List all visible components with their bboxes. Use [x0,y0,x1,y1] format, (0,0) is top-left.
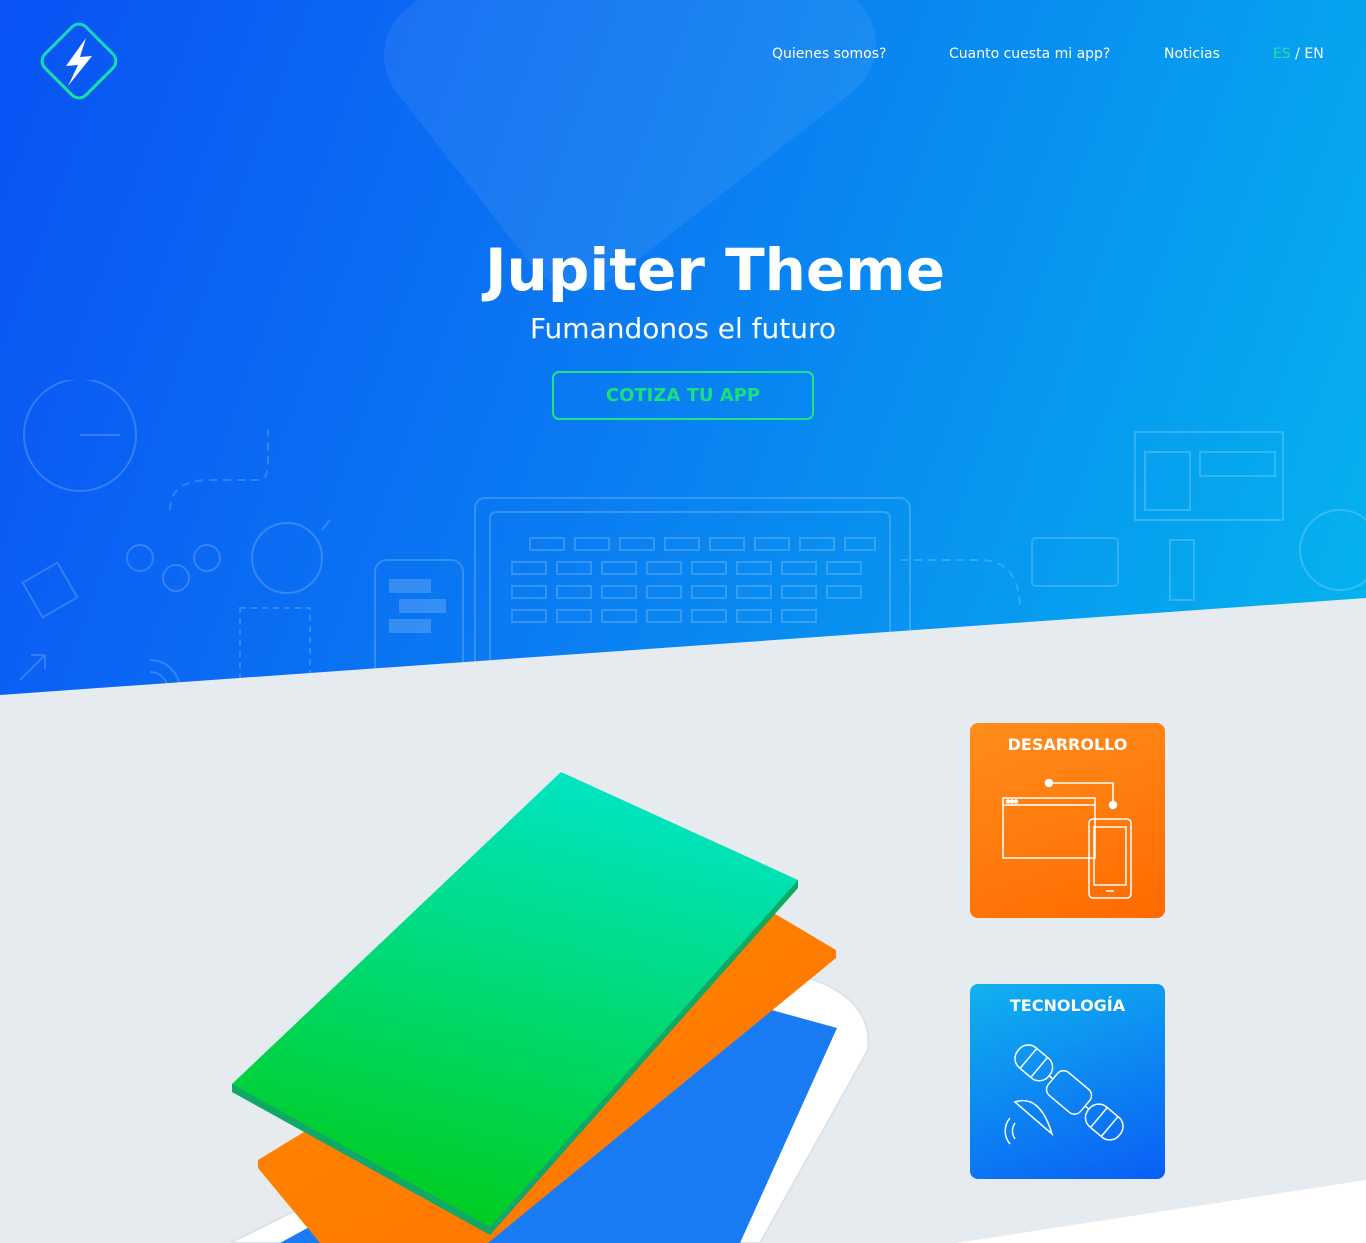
lang-en-link[interactable]: EN [1304,46,1323,62]
nav-link-cuanto-cuesta[interactable]: Cuanto cuesta mi app? [949,46,1110,62]
hero-decorative-illustration [19,380,1366,695]
nav-link-quienes-somos[interactable]: Quienes somos? [772,46,886,62]
layered-phone-illustration [229,772,870,1243]
lang-separator: / [1290,46,1305,62]
hero-subtitle: Fumandonos el futuro [529,312,837,345]
card-tecnologia[interactable]: TECNOLOGÍA [970,984,1165,1179]
browser-and-phone-icon [1002,778,1132,899]
lang-es-link[interactable]: ES [1273,46,1291,62]
language-switcher: ES / EN [1273,46,1324,62]
nav-link-noticias[interactable]: Noticias [1164,46,1220,62]
hero-section [0,0,1366,695]
card-desarrollo[interactable]: DESARROLLO [970,723,1165,918]
satellite-icon [1004,1044,1124,1145]
logo[interactable] [36,18,122,104]
hero-title: Jupiter Theme [484,236,946,304]
cta-cotiza-button[interactable]: COTIZA TU APP [552,371,814,420]
